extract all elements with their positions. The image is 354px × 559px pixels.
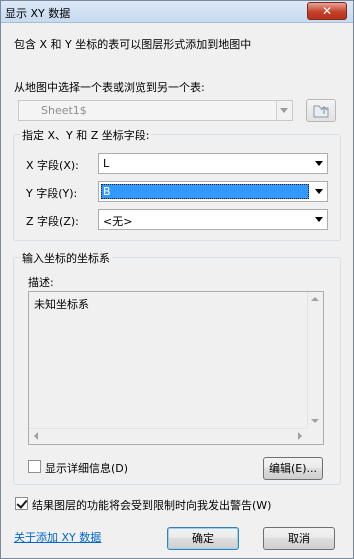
ok-button[interactable]: 确定: [167, 527, 239, 550]
window-title: 显示 XY 数据: [5, 7, 71, 20]
z-field-combo[interactable]: <无>: [98, 209, 328, 230]
y-field-label: Y 字段(Y):: [26, 187, 78, 200]
y-field-combo[interactable]: B: [98, 181, 328, 202]
scrollbar-corner: [307, 428, 323, 444]
intro-text: 包含 X 和 Y 坐标的表可以图层形式添加到地图中: [14, 38, 252, 51]
selection-highlight: [101, 184, 309, 199]
cancel-button[interactable]: 取消: [263, 527, 335, 550]
x-field-value: L: [103, 157, 110, 170]
description-label: 描述:: [28, 276, 54, 289]
scroll-up-icon[interactable]: [311, 297, 319, 301]
z-field-label: Z 字段(Z):: [26, 215, 79, 228]
chevron-down-icon: [315, 161, 323, 166]
description-text: 未知坐标系: [34, 298, 89, 311]
close-button[interactable]: ✕: [307, 2, 347, 20]
y-field-value: B: [103, 185, 111, 198]
x-field-label: X 字段(X):: [26, 159, 79, 172]
show-details-label[interactable]: 显示详细信息(D): [45, 460, 128, 476]
fields-group-legend: 指定 X、Y 和 Z 坐标字段:: [20, 127, 152, 143]
chevron-down-icon: [280, 108, 288, 113]
x-field-combo[interactable]: L: [98, 153, 328, 174]
warn-checkbox-label[interactable]: 结果图层的功能将会受到限制时向我发出警告(W): [32, 497, 271, 513]
table-select-combo[interactable]: Sheet1$: [18, 100, 293, 121]
close-icon: ✕: [321, 4, 333, 18]
table-select-dropdown-button[interactable]: [276, 101, 292, 120]
table-select-value: Sheet1$: [41, 104, 87, 117]
edit-button[interactable]: 编辑(E)...: [263, 457, 323, 480]
z-field-value: <无>: [103, 215, 133, 228]
scroll-down-icon[interactable]: [311, 419, 319, 423]
table-select-label: 从地图中选择一个表或浏览到另一个表:: [14, 81, 205, 94]
help-link[interactable]: 关于添加 XY 数据: [14, 529, 101, 545]
show-details-checkbox[interactable]: [28, 460, 41, 473]
description-textbox[interactable]: 未知坐标系: [28, 291, 324, 445]
scroll-left-icon[interactable]: [34, 432, 38, 440]
vertical-scrollbar[interactable]: [307, 292, 323, 428]
chevron-down-icon: [315, 189, 323, 194]
chevron-down-icon: [315, 217, 323, 222]
scroll-right-icon[interactable]: [298, 432, 302, 440]
dialog-window: 显示 XY 数据 ✕ 包含 X 和 Y 坐标的表可以图层形式添加到地图中 从地图…: [0, 0, 354, 559]
browse-button[interactable]: [306, 99, 336, 122]
horizontal-scrollbar[interactable]: [29, 428, 307, 444]
warn-checkbox[interactable]: [15, 497, 28, 510]
coordinate-system-legend: 输入坐标的坐标系: [20, 250, 112, 266]
folder-browse-icon: [313, 105, 329, 118]
title-bar[interactable]: 显示 XY 数据 ✕: [1, 1, 353, 23]
